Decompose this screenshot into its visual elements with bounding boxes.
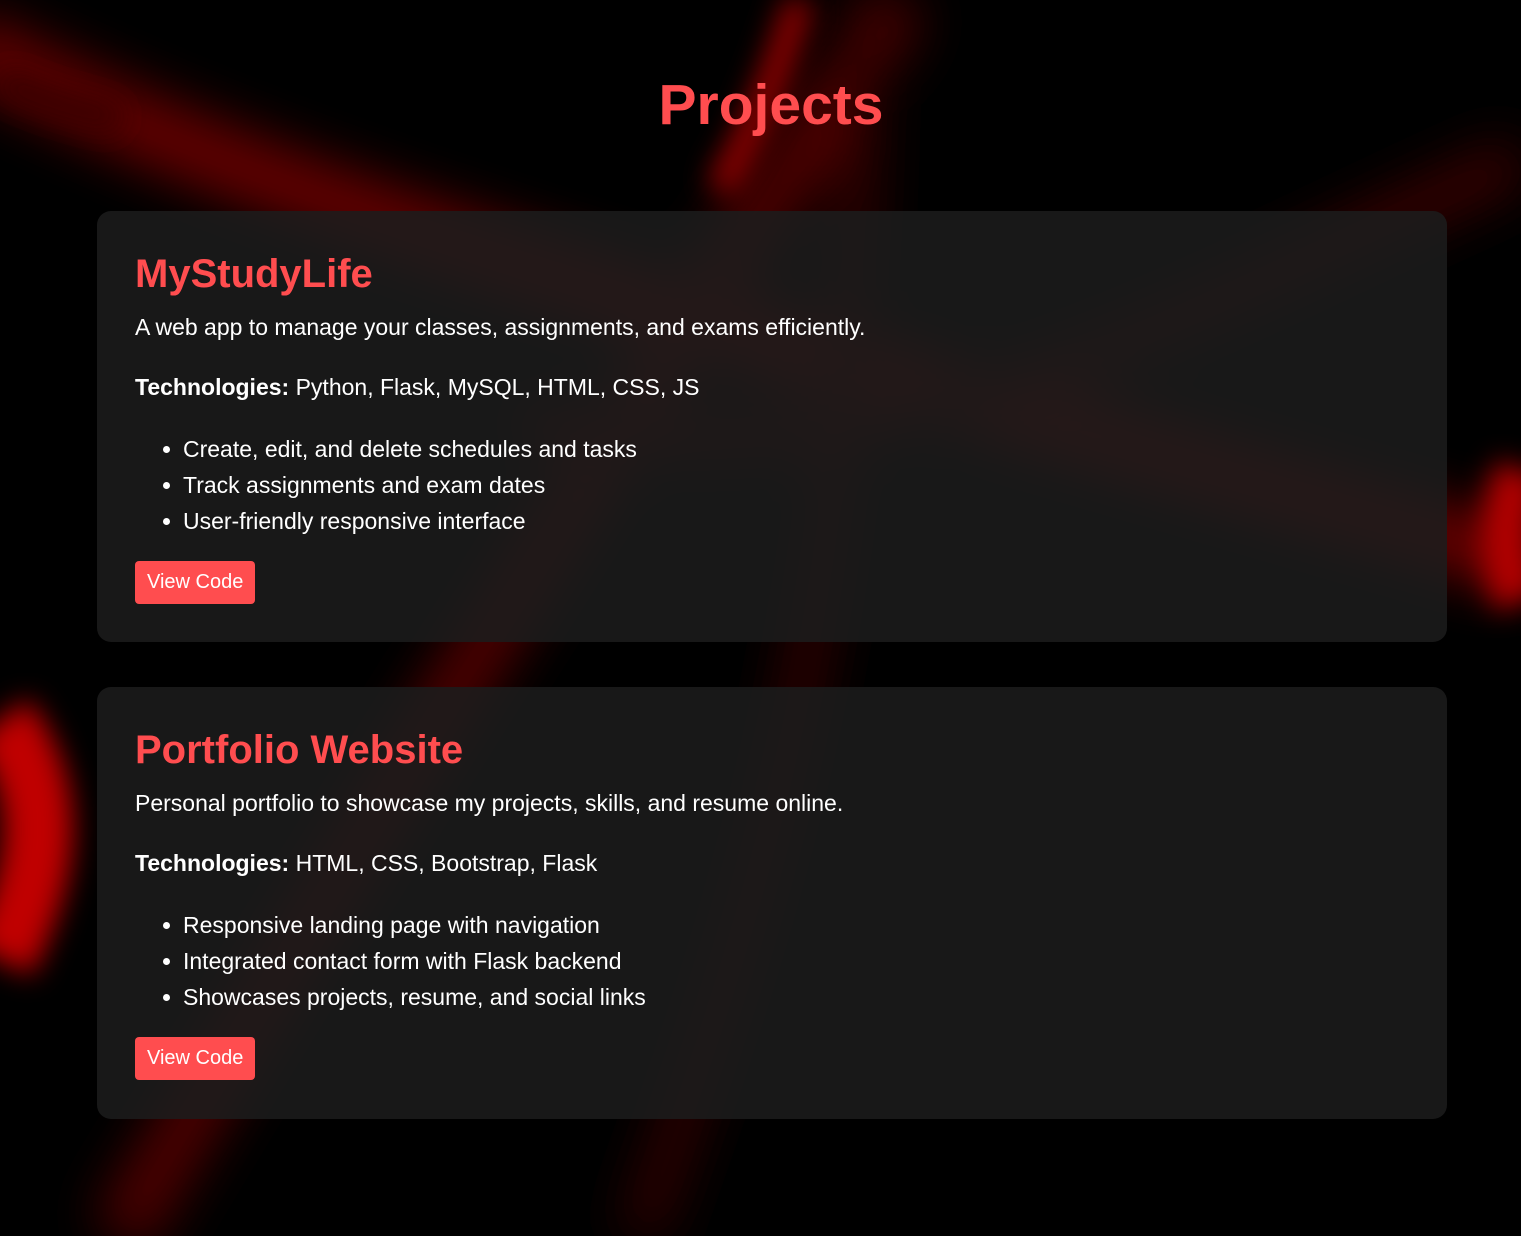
list-item: Showcases projects, resume, and social l…: [163, 979, 646, 1015]
project-title: MyStudyLife: [135, 252, 373, 296]
bullet-icon: [163, 958, 170, 965]
project-description: A web app to manage your classes, assign…: [135, 314, 866, 340]
technologies-list: HTML, CSS, Bootstrap, Flask: [289, 850, 598, 876]
feature-text: Responsive landing page with navigation: [183, 912, 600, 938]
list-item: Integrated contact form with Flask backe…: [163, 943, 646, 979]
view-code-button[interactable]: View Code: [135, 561, 256, 604]
view-code-button[interactable]: View Code: [135, 1037, 256, 1080]
list-item: Create, edit, and delete schedules and t…: [163, 431, 637, 467]
feature-text: Track assignments and exam dates: [183, 472, 546, 498]
list-item: Track assignments and exam dates: [163, 467, 637, 503]
bullet-icon: [163, 922, 170, 929]
feature-text: Create, edit, and delete schedules and t…: [183, 436, 637, 462]
project-card-mystudylife: MyStudyLife A web app to manage your cla…: [97, 211, 1447, 642]
bullet-icon: [163, 518, 170, 525]
feature-text: Showcases projects, resume, and social l…: [183, 984, 646, 1010]
project-card-portfolio-website: Portfolio Website Personal portfolio to …: [97, 687, 1447, 1119]
bullet-icon: [163, 482, 170, 489]
feature-list: Create, edit, and delete schedules and t…: [135, 431, 637, 539]
projects-page: Projects MyStudyLife A web app to manage…: [0, 0, 1521, 1236]
project-title: Portfolio Website: [135, 728, 464, 772]
feature-text: Integrated contact form with Flask backe…: [183, 948, 622, 974]
list-item: User-friendly responsive interface: [163, 503, 637, 539]
page-title: Projects: [658, 73, 884, 137]
technologies-list: Python, Flask, MySQL, HTML, CSS, JS: [289, 374, 700, 400]
bullet-icon: [163, 994, 170, 1001]
project-technologies: Technologies: HTML, CSS, Bootstrap, Flas…: [135, 849, 597, 877]
technologies-label: Technologies:: [135, 850, 290, 876]
bullet-icon: [163, 446, 170, 453]
feature-text: User-friendly responsive interface: [183, 508, 526, 534]
feature-list: Responsive landing page with navigation …: [135, 907, 646, 1015]
technologies-label: Technologies:: [135, 374, 290, 400]
project-description: Personal portfolio to showcase my projec…: [135, 790, 844, 816]
list-item: Responsive landing page with navigation: [163, 907, 646, 943]
project-technologies: Technologies: Python, Flask, MySQL, HTML…: [135, 373, 699, 401]
